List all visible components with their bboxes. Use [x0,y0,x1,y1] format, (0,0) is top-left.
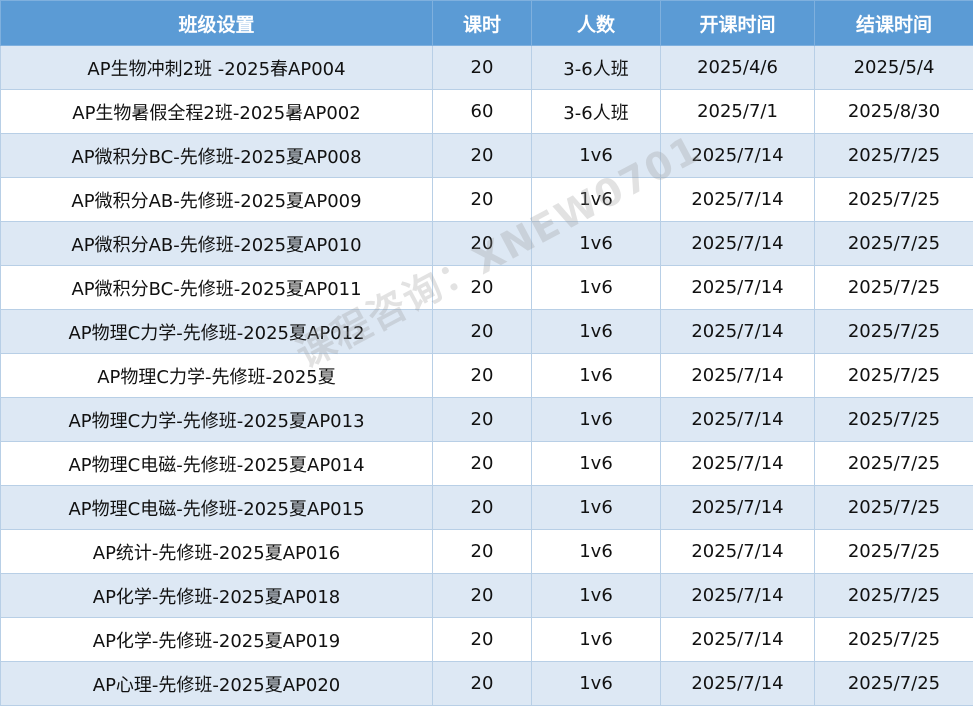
cell-class-name: AP化学-先修班-2025夏AP018 [0,573,433,618]
cell-class-name: AP微积分BC-先修班-2025夏AP011 [0,265,433,310]
cell-class-size: 1v6 [531,133,661,178]
cell-class-name: AP物理C力学-先修班-2025夏AP012 [0,309,433,354]
header-end-date: 结课时间 [814,0,973,46]
cell-class-name: AP生物冲刺2班 -2025春AP004 [0,45,433,90]
header-hours: 课时 [432,0,532,46]
cell-hours: 20 [432,45,532,90]
class-schedule-table: 班级设置 课时 人数 开课时间 结课时间 AP生物冲刺2班 -2025春AP00… [0,0,973,706]
cell-end-date: 2025/7/25 [814,309,973,354]
cell-hours: 20 [432,221,532,266]
cell-hours: 20 [432,441,532,486]
cell-class-size: 1v6 [531,529,661,574]
cell-class-size: 1v6 [531,353,661,398]
cell-class-size: 1v6 [531,617,661,662]
table-header-row: 班级设置 课时 人数 开课时间 结课时间 [0,0,973,46]
cell-class-name: AP微积分AB-先修班-2025夏AP010 [0,221,433,266]
cell-start-date: 2025/4/6 [660,45,815,90]
cell-end-date: 2025/8/30 [814,89,973,134]
table-row: AP生物暑假全程2班-2025暑AP002 60 3-6人班 2025/7/1 2025… [0,89,973,134]
cell-class-size: 1v6 [531,397,661,442]
header-class-name: 班级设置 [0,0,433,46]
table-row: AP生物冲刺2班 -2025春AP004 20 3-6人班 2025/4/6 2025/… [0,45,973,90]
cell-class-size: 1v6 [531,177,661,222]
cell-class-name: AP统计-先修班-2025夏AP016 [0,529,433,574]
cell-hours: 20 [432,397,532,442]
table-body: AP生物冲刺2班 -2025春AP004 20 3-6人班 2025/4/6 2025/… [0,45,973,706]
cell-class-name: AP物理C力学-先修班-2025夏AP013 [0,397,433,442]
schedule-sheet: 班级设置 课时 人数 开课时间 结课时间 AP生物冲刺2班 -2025春AP00… [0,0,973,708]
cell-class-name: AP化学-先修班-2025夏AP019 [0,617,433,662]
cell-hours: 20 [432,353,532,398]
cell-class-size: 1v6 [531,441,661,486]
cell-class-name: AP心理-先修班-2025夏AP020 [0,661,433,706]
cell-hours: 20 [432,485,532,530]
cell-start-date: 2025/7/14 [660,397,815,442]
cell-end-date: 2025/7/25 [814,353,973,398]
cell-end-date: 2025/7/25 [814,133,973,178]
cell-class-name: AP物理C力学-先修班-2025夏 [0,353,433,398]
cell-class-name: AP微积分AB-先修班-2025夏AP009 [0,177,433,222]
cell-start-date: 2025/7/14 [660,441,815,486]
table-row: AP物理C电磁-先修班-2025夏AP015 20 1v6 2025/7/14 2025… [0,485,973,530]
cell-hours: 20 [432,133,532,178]
cell-start-date: 2025/7/14 [660,573,815,618]
cell-start-date: 2025/7/14 [660,309,815,354]
cell-class-size: 1v6 [531,661,661,706]
cell-start-date: 2025/7/1 [660,89,815,134]
table-row: AP微积分AB-先修班-2025夏AP010 20 1v6 2025/7/14 2025… [0,221,973,266]
cell-class-size: 1v6 [531,485,661,530]
table-row: AP微积分BC-先修班-2025夏AP008 20 1v6 2025/7/14 2025… [0,133,973,178]
cell-start-date: 2025/7/14 [660,529,815,574]
cell-hours: 20 [432,177,532,222]
cell-end-date: 2025/7/25 [814,661,973,706]
cell-class-name: AP生物暑假全程2班-2025暑AP002 [0,89,433,134]
table-row: AP统计-先修班-2025夏AP016 20 1v6 2025/7/14 2025/7/… [0,529,973,574]
cell-start-date: 2025/7/14 [660,661,815,706]
cell-start-date: 2025/7/14 [660,617,815,662]
table-row: AP化学-先修班-2025夏AP019 20 1v6 2025/7/14 2025/7/… [0,617,973,662]
table-row: AP微积分BC-先修班-2025夏AP011 20 1v6 2025/7/14 2025… [0,265,973,310]
cell-end-date: 2025/7/25 [814,265,973,310]
cell-end-date: 2025/7/25 [814,221,973,266]
cell-end-date: 2025/7/25 [814,177,973,222]
cell-hours: 20 [432,617,532,662]
cell-start-date: 2025/7/14 [660,221,815,266]
cell-end-date: 2025/7/25 [814,617,973,662]
table-row: AP微积分AB-先修班-2025夏AP009 20 1v6 2025/7/14 2025… [0,177,973,222]
cell-class-size: 3-6人班 [531,45,661,90]
table-row: AP物理C电磁-先修班-2025夏AP014 20 1v6 2025/7/14 2025… [0,441,973,486]
cell-end-date: 2025/5/4 [814,45,973,90]
cell-end-date: 2025/7/25 [814,485,973,530]
cell-start-date: 2025/7/14 [660,353,815,398]
table-row: AP化学-先修班-2025夏AP018 20 1v6 2025/7/14 2025/7/… [0,573,973,618]
cell-hours: 20 [432,529,532,574]
cell-hours: 20 [432,265,532,310]
cell-end-date: 2025/7/25 [814,441,973,486]
header-start-date: 开课时间 [660,0,815,46]
table-row: AP物理C力学-先修班-2025夏 20 1v6 2025/7/14 2025/7/25 [0,353,973,398]
cell-hours: 20 [432,661,532,706]
cell-hours: 20 [432,309,532,354]
table-row: AP心理-先修班-2025夏AP020 20 1v6 2025/7/14 2025/7/… [0,661,973,706]
cell-start-date: 2025/7/14 [660,485,815,530]
cell-class-size: 1v6 [531,309,661,354]
table-row: AP物理C力学-先修班-2025夏AP013 20 1v6 2025/7/14 2025… [0,397,973,442]
cell-class-size: 1v6 [531,221,661,266]
cell-class-name: AP物理C电磁-先修班-2025夏AP015 [0,485,433,530]
cell-hours: 60 [432,89,532,134]
cell-class-size: 1v6 [531,265,661,310]
cell-class-name: AP微积分BC-先修班-2025夏AP008 [0,133,433,178]
cell-class-size: 1v6 [531,573,661,618]
cell-end-date: 2025/7/25 [814,573,973,618]
cell-hours: 20 [432,573,532,618]
cell-start-date: 2025/7/14 [660,265,815,310]
cell-end-date: 2025/7/25 [814,397,973,442]
cell-end-date: 2025/7/25 [814,529,973,574]
cell-start-date: 2025/7/14 [660,177,815,222]
cell-start-date: 2025/7/14 [660,133,815,178]
header-class-size: 人数 [531,0,661,46]
cell-class-size: 3-6人班 [531,89,661,134]
cell-class-name: AP物理C电磁-先修班-2025夏AP014 [0,441,433,486]
table-row: AP物理C力学-先修班-2025夏AP012 20 1v6 2025/7/14 2025… [0,309,973,354]
